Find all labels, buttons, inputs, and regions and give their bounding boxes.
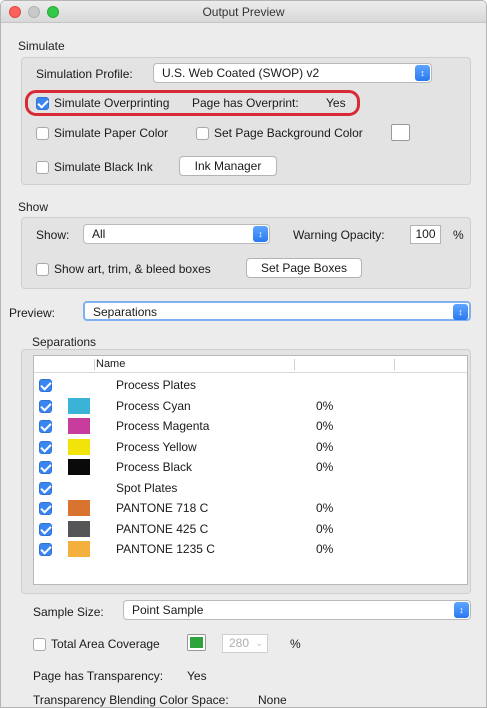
sample-size-select[interactable]: Point Sample ↕	[123, 600, 471, 620]
separation-coverage: 0%	[316, 439, 334, 454]
simulation-profile-label: Simulation Profile:	[36, 67, 133, 81]
coverage-unit: %	[290, 637, 301, 651]
sample-size-value: Point Sample	[132, 603, 204, 617]
separation-checkbox[interactable]	[39, 379, 52, 392]
show-boxes-checkbox[interactable]	[36, 263, 49, 276]
separation-row[interactable]: PANTONE 1235 C 0%	[34, 539, 467, 559]
separation-name: Process Cyan	[116, 398, 191, 413]
overprint-status-value: Yes	[326, 96, 346, 110]
separation-row[interactable]: PANTONE 425 C 0%	[34, 519, 467, 539]
separation-name: Process Magenta	[116, 419, 210, 433]
separation-checkbox[interactable]	[39, 461, 52, 474]
preview-label: Preview:	[9, 306, 56, 320]
set-page-boxes-button[interactable]: Set Page Boxes	[246, 258, 362, 278]
blending-space-label: Transparency Blending Color Space:	[33, 693, 229, 707]
total-area-coverage-checkbox[interactable]	[33, 638, 46, 651]
separation-coverage: 0%	[316, 419, 334, 433]
separation-name: Spot Plates	[116, 480, 178, 495]
column-name-header[interactable]: Name	[96, 358, 125, 370]
column-divider	[94, 359, 95, 370]
coverage-color-fill	[190, 637, 203, 648]
simulate-black-ink-label: Simulate Black Ink	[54, 160, 153, 174]
column-divider	[294, 359, 295, 370]
separation-name: Process Plates	[116, 378, 197, 392]
output-preview-window: Output Preview Simulate Simulation Profi…	[0, 0, 487, 708]
blending-space-value: None	[258, 693, 287, 707]
overprint-status-label: Page has Overprint:	[192, 96, 299, 110]
separation-row[interactable]: Process Yellow 0%	[34, 437, 467, 457]
separation-checkbox[interactable]	[39, 502, 52, 515]
separation-checkbox[interactable]	[39, 420, 52, 433]
chevron-updown-icon: ↕	[253, 226, 268, 242]
separations-table: Name Process Plates Process Cyan 0% Process…	[33, 355, 468, 585]
page-background-color-swatch[interactable]	[391, 124, 410, 141]
separation-checkbox[interactable]	[39, 522, 52, 536]
page-background-color-checkbox[interactable]	[196, 127, 209, 140]
show-select[interactable]: All ↕	[83, 224, 270, 244]
separation-color-swatch	[68, 418, 90, 434]
column-divider	[394, 359, 395, 370]
separation-row[interactable]: Spot Plates	[34, 478, 467, 498]
separation-coverage: 0%	[316, 521, 334, 536]
coverage-value-combo[interactable]: 280 ⌄	[222, 634, 268, 653]
preview-select[interactable]: Separations ↕	[83, 301, 471, 321]
preview-select-value: Separations	[93, 305, 158, 319]
separation-name: PANTONE 425 C	[116, 521, 209, 536]
separation-name: PANTONE 718 C	[116, 501, 209, 515]
separation-checkbox[interactable]	[39, 543, 52, 556]
separation-row[interactable]: Process Plates	[34, 375, 467, 395]
show-select-value: All	[92, 227, 106, 241]
separation-coverage: 0%	[316, 542, 334, 556]
warning-opacity-label: Warning Opacity:	[293, 228, 385, 242]
show-boxes-label: Show art, trim, & bleed boxes	[54, 262, 211, 276]
simulate-paper-color-checkbox[interactable]	[36, 127, 49, 140]
separation-checkbox[interactable]	[39, 440, 52, 454]
separation-coverage: 0%	[316, 398, 334, 413]
chevron-updown-icon: ↕	[415, 65, 430, 81]
simulate-black-ink-checkbox[interactable]	[36, 161, 49, 174]
chevron-updown-icon: ↕	[453, 304, 468, 320]
simulate-paper-color-label: Simulate Paper Color	[54, 126, 169, 140]
separation-color-swatch	[68, 520, 90, 537]
separation-color-swatch	[68, 541, 90, 557]
simulate-overprinting-checkbox[interactable]	[36, 97, 49, 110]
separation-row[interactable]: Process Cyan 0%	[34, 396, 467, 416]
show-label: Show:	[36, 228, 70, 242]
simulation-profile-value: U.S. Web Coated (SWOP) v2	[162, 66, 320, 80]
coverage-highlight-swatch[interactable]	[187, 634, 206, 651]
chevron-updown-icon: ↕	[454, 602, 469, 618]
separation-row[interactable]: Process Black 0%	[34, 457, 467, 477]
separation-coverage: 0%	[316, 501, 334, 515]
show-group-label: Show	[18, 200, 49, 214]
warning-opacity-input[interactable]: 100	[410, 225, 441, 244]
separations-group-label: Separations	[32, 335, 97, 349]
simulate-group-label: Simulate	[18, 39, 65, 53]
coverage-value: 280	[229, 636, 250, 650]
ink-manager-button[interactable]: Ink Manager	[179, 156, 277, 176]
page-background-color-label: Set Page Background Color	[214, 126, 363, 140]
simulate-overprinting-label: Simulate Overprinting	[54, 96, 170, 110]
total-area-coverage-label: Total Area Coverage	[51, 637, 160, 651]
separation-row[interactable]: Process Magenta 0%	[34, 416, 467, 436]
title-bar: Output Preview	[1, 1, 486, 23]
simulation-profile-select[interactable]: U.S. Web Coated (SWOP) v2 ↕	[153, 63, 432, 83]
separation-coverage: 0%	[316, 460, 334, 474]
transparency-label: Page has Transparency:	[33, 669, 164, 683]
separation-row[interactable]: PANTONE 718 C 0%	[34, 498, 467, 518]
separation-checkbox[interactable]	[39, 481, 52, 495]
window-title: Output Preview	[202, 5, 285, 19]
separation-name: Process Yellow	[116, 439, 197, 454]
separation-color-swatch	[68, 438, 90, 455]
sample-size-label: Sample Size:	[33, 605, 104, 619]
separation-color-swatch	[68, 459, 90, 475]
transparency-value: Yes	[187, 669, 207, 683]
warning-opacity-unit: %	[453, 228, 464, 242]
separation-checkbox[interactable]	[39, 399, 52, 413]
separation-name: PANTONE 1235 C	[116, 542, 215, 556]
separation-name: Process Black	[116, 460, 193, 474]
separation-color-swatch	[68, 397, 90, 414]
separations-table-header: Name	[34, 356, 467, 373]
chevron-down-icon: ⌄	[255, 638, 263, 648]
separation-color-swatch	[68, 500, 90, 516]
